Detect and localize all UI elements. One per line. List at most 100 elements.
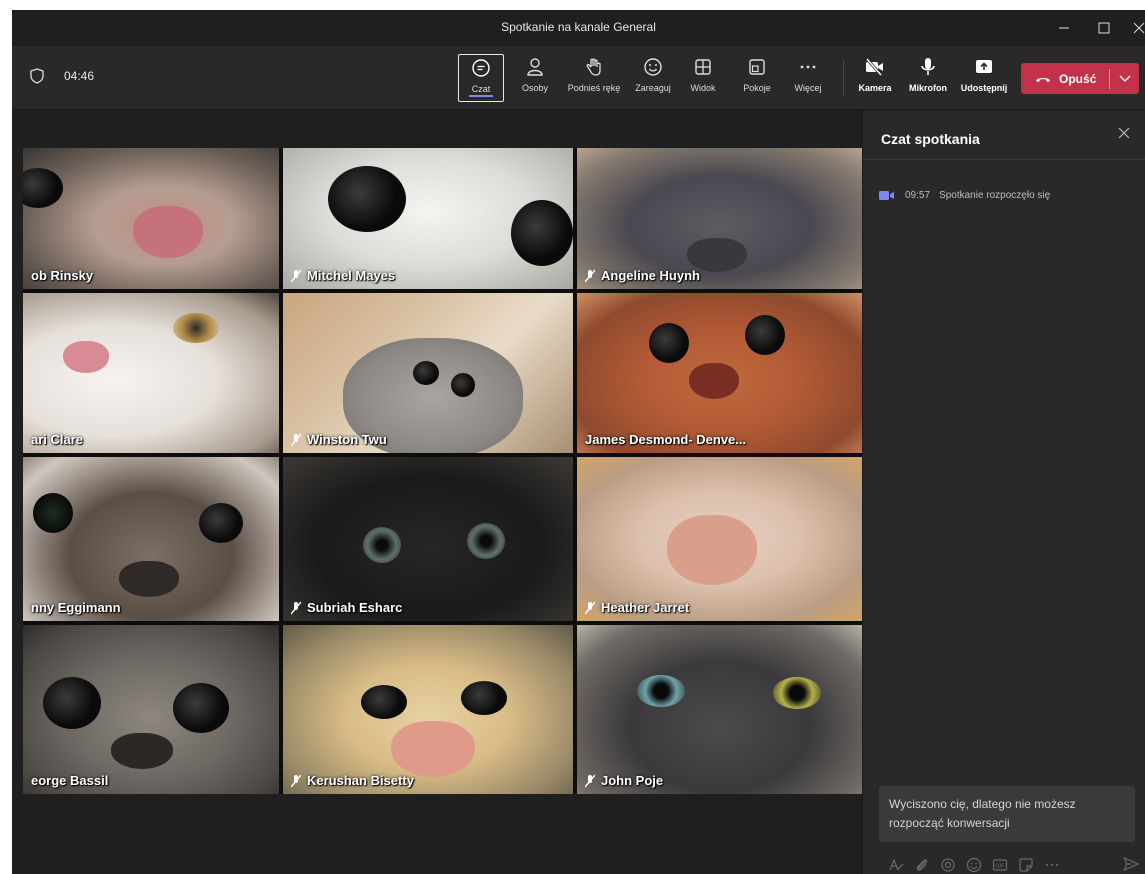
participant-name: Mitchel Mayes (291, 268, 395, 283)
chat-title: Czat spotkania (881, 131, 980, 147)
active-tab-indicator (469, 95, 493, 97)
participant-name: James Desmond- Denve... (585, 432, 747, 447)
chat-button[interactable]: Czat (458, 54, 504, 102)
participant-name: ob Rinsky (31, 268, 94, 283)
people-button[interactable]: Osoby (515, 54, 555, 102)
compose-toolbar: GIF (883, 856, 1140, 874)
raise-hand-button[interactable]: Podnieś rękę (560, 54, 628, 102)
video-tile[interactable]: ob Rinsky (23, 148, 279, 289)
participant-name: Kerushan Bisetty (291, 773, 414, 788)
camera-button-label: Kamera (858, 83, 892, 93)
close-icon (1118, 127, 1130, 139)
leave-label: Opuść (1059, 71, 1097, 86)
leave-main[interactable]: Opuść (1021, 63, 1109, 94)
meeting-timer: 04:46 (64, 69, 95, 83)
svg-text:GIF: GIF (995, 864, 1005, 870)
react-button[interactable]: Zareaguj (629, 54, 677, 102)
rooms-button[interactable]: Pokoje (737, 54, 777, 102)
chat-button-label: Czat (471, 84, 491, 94)
video-tile[interactable]: Subriah Esharc (283, 457, 573, 621)
video-tile[interactable]: John Poje (577, 625, 863, 794)
attach-icon[interactable] (909, 857, 935, 873)
participant-name: Subriah Esharc (291, 600, 402, 615)
video-grid: ob Rinsky Mitchel Mayes Angeline Huynh a… (23, 148, 863, 794)
video-tile[interactable]: Heather Jarret (577, 457, 863, 621)
emoji-icon[interactable] (961, 857, 987, 873)
send-icon[interactable] (1123, 856, 1140, 874)
rooms-icon (747, 54, 767, 80)
camera-off-icon (864, 54, 886, 80)
video-tile[interactable]: Winston Twu (283, 293, 573, 453)
maximize-button[interactable] (1087, 10, 1121, 46)
video-tile[interactable]: ari Clare (23, 293, 279, 453)
raise-hand-icon (584, 54, 604, 80)
minimize-button[interactable] (1047, 10, 1081, 46)
microphone-icon (918, 54, 938, 80)
meeting-chat-panel: Czat spotkania 09:57 Spotkanie rozpoczęł… (862, 110, 1145, 874)
close-icon (1133, 22, 1145, 34)
video-tile[interactable]: Angeline Huynh (577, 148, 863, 289)
title-bar: Spotkanie na kanale General (12, 10, 1145, 46)
people-button-label: Osoby (521, 83, 548, 93)
microphone-button[interactable]: Mikrofon (904, 54, 952, 102)
more-options-icon[interactable] (1039, 857, 1065, 873)
mic-muted-icon (291, 774, 301, 788)
video-tile[interactable]: Kerushan Bisetty (283, 625, 573, 794)
loop-icon[interactable] (935, 857, 961, 873)
video-tile[interactable]: Mitchel Mayes (283, 148, 573, 289)
mic-muted-icon (585, 774, 595, 788)
video-tile[interactable]: eorge Bassil (23, 625, 279, 794)
camera-button[interactable]: Kamera (855, 54, 895, 102)
video-stage: ob Rinsky Mitchel Mayes Angeline Huynh a… (12, 110, 863, 874)
share-button-label: Udostępnij (960, 83, 1008, 93)
mic-muted-icon (585, 269, 595, 283)
gif-icon[interactable]: GIF (987, 857, 1013, 873)
event-time: 09:57 (905, 190, 931, 201)
close-chat-button[interactable] (1117, 126, 1131, 145)
view-button-label: Widok (690, 83, 716, 93)
sticker-icon[interactable] (1013, 857, 1039, 873)
participant-name: Winston Twu (291, 432, 387, 447)
mic-muted-icon (291, 269, 301, 283)
muted-notice: Wyciszono cię, dlatego nie możesz rozpoc… (879, 786, 1135, 842)
leave-options-button[interactable] (1110, 63, 1139, 94)
mic-muted-icon (291, 433, 301, 447)
raise-hand-label: Podnieś rękę (567, 83, 621, 93)
mic-muted-icon (291, 601, 301, 615)
toolbar-divider (843, 60, 844, 96)
chevron-down-icon (1119, 75, 1130, 82)
more-icon (798, 54, 818, 80)
chat-header: Czat spotkania (863, 110, 1145, 160)
shield-icon (30, 68, 44, 89)
participant-name: eorge Bassil (31, 773, 109, 788)
smile-icon (643, 54, 663, 80)
react-button-label: Zareaguj (635, 83, 671, 93)
participant-name: John Poje (585, 773, 663, 788)
leave-button[interactable]: Opuść (1021, 63, 1139, 94)
event-text: Spotkanie rozpoczęło się (939, 190, 1051, 201)
close-window-button[interactable] (1122, 10, 1145, 46)
people-icon (525, 54, 545, 80)
rooms-button-label: Pokoje (743, 83, 771, 93)
phone-hangup-icon (1035, 74, 1051, 84)
more-button[interactable]: Więcej (788, 54, 828, 102)
meeting-toolbar: 04:46 Czat Osoby Podnieś rękę Zareaguj W… (12, 46, 1145, 110)
share-button[interactable]: Udostępnij (956, 54, 1012, 102)
view-button[interactable]: Widok (683, 54, 723, 102)
share-icon (974, 54, 994, 80)
maximize-icon (1098, 22, 1110, 34)
chat-icon (471, 55, 491, 81)
participant-name: Heather Jarret (585, 600, 689, 615)
more-button-label: Więcej (794, 83, 822, 93)
participant-name: Angeline Huynh (585, 268, 700, 283)
format-icon[interactable] (883, 857, 909, 873)
participant-name: nny Eggimann (31, 600, 121, 615)
participant-name: ari Clare (31, 432, 84, 447)
video-tile[interactable]: James Desmond- Denve... (577, 293, 863, 453)
video-tile[interactable]: nny Eggimann (23, 457, 279, 621)
video-camera-icon (879, 190, 895, 201)
teams-meeting-window: Spotkanie na kanale General 04:46 Czat O… (12, 10, 1145, 874)
chat-event-message: 09:57 Spotkanie rozpoczęło się (879, 190, 1050, 201)
minimize-icon (1059, 27, 1069, 29)
window-title: Spotkanie na kanale General (501, 20, 656, 34)
